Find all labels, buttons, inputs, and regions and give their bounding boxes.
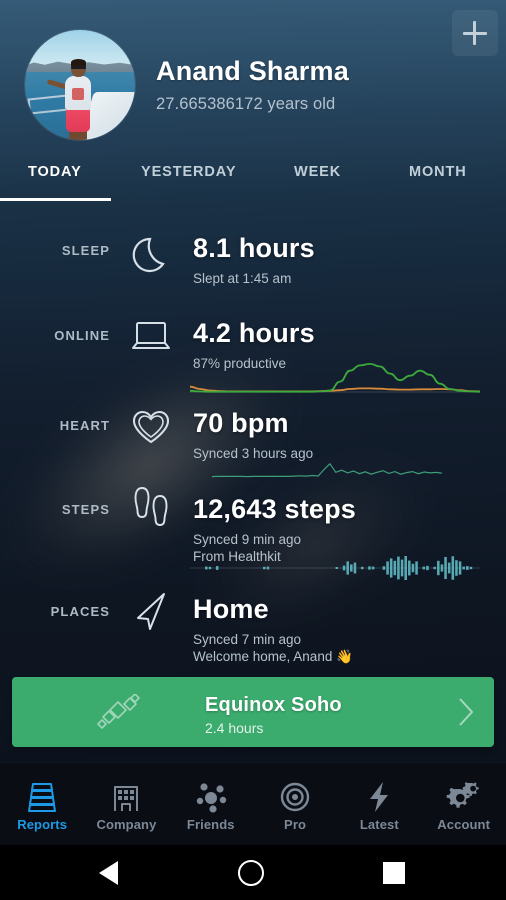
- avatar-shirt-graphic: [72, 88, 84, 100]
- metric-label-sleep: SLEEP: [61, 243, 110, 258]
- promo-card-title: Equinox Soho: [205, 694, 342, 716]
- app-screen: Anand Sharma 27.665386172 years old TODA…: [0, 0, 506, 900]
- metric-value-sleep: 8.1 hours: [193, 233, 315, 263]
- nav-item-company[interactable]: Company: [84, 763, 168, 846]
- avatar-shorts: [66, 108, 90, 132]
- metric-value-steps: 12,643 steps: [193, 494, 357, 524]
- plus-icon-vertical: [473, 21, 476, 45]
- back-triangle-icon[interactable]: [99, 861, 118, 885]
- avatar-hair: [71, 59, 86, 66]
- nav-item-account[interactable]: Account: [422, 763, 506, 846]
- footprints-icon: [128, 480, 180, 539]
- metric-value-heart: 70 bpm: [193, 408, 289, 438]
- metric-label-heart: HEART: [59, 418, 110, 433]
- nav-label-account: Account: [437, 816, 490, 832]
- bottom-navigation: Reports Company Friends Pro Latest Accou…: [0, 762, 506, 845]
- tab-bar: TODAY YESTERDAY WEEK MONTH: [0, 152, 506, 202]
- nav-label-pro: Pro: [284, 816, 307, 832]
- tab-yesterday[interactable]: YESTERDAY: [141, 164, 236, 180]
- promo-card-subtitle: 2.4 hours: [205, 720, 264, 736]
- profile-header: Anand Sharma 27.665386172 years old: [0, 0, 506, 152]
- bolt-icon: [359, 778, 399, 816]
- metric-label-places: PLACES: [50, 604, 110, 619]
- android-system-bar: [0, 845, 506, 900]
- nav-label-company: Company: [96, 816, 157, 832]
- metric-label-steps: STEPS: [61, 502, 110, 517]
- nav-label-reports: Reports: [17, 816, 68, 832]
- moon-icon: [128, 231, 174, 284]
- nav-label-friends: Friends: [186, 816, 235, 832]
- layers-icon: [22, 778, 62, 816]
- metric-sub-places-2: Welcome home, Anand 👋: [193, 649, 353, 664]
- dumbbell-icon: [90, 693, 148, 737]
- steps-barchart: [190, 554, 480, 587]
- navigation-arrow-icon: [128, 588, 176, 641]
- nav-label-latest: Latest: [359, 816, 399, 832]
- metric-sub-places-1: Synced 7 min ago: [193, 632, 302, 647]
- avatar-sunglasses: [71, 66, 86, 69]
- add-button[interactable]: [452, 10, 498, 56]
- metric-sub-sleep: Slept at 1:45 am: [193, 271, 292, 286]
- nav-item-pro[interactable]: Pro: [253, 763, 337, 846]
- target-icon: [275, 778, 315, 816]
- heart-icon: [128, 406, 174, 455]
- profile-age-label: 27.665386172 years old: [156, 95, 336, 113]
- network-icon: [191, 778, 231, 816]
- tab-today[interactable]: TODAY: [28, 164, 82, 180]
- metric-value-places: Home: [193, 594, 269, 624]
- gears-icon: [443, 778, 485, 816]
- laptop-icon: [128, 318, 174, 365]
- metric-label-online: ONLINE: [54, 328, 110, 343]
- avatar[interactable]: [25, 30, 135, 140]
- active-tab-indicator: [0, 198, 111, 201]
- promo-card-equinox[interactable]: Equinox Soho 2.4 hours: [12, 677, 494, 747]
- chevron-right-icon[interactable]: [456, 696, 476, 733]
- tab-month[interactable]: MONTH: [409, 164, 467, 180]
- page-title: Anand Sharma: [156, 56, 349, 86]
- nav-item-latest[interactable]: Latest: [337, 763, 421, 846]
- recents-square-icon[interactable]: [383, 862, 405, 884]
- heart-sparkline: [190, 456, 480, 487]
- nav-item-reports[interactable]: Reports: [0, 763, 84, 846]
- metric-value-online: 4.2 hours: [193, 318, 315, 348]
- home-circle-icon[interactable]: [238, 860, 264, 886]
- metric-sub-steps-1: Synced 9 min ago: [193, 532, 302, 547]
- nav-item-friends[interactable]: Friends: [169, 763, 253, 846]
- building-icon: [106, 778, 146, 816]
- online-sparkline: [189, 362, 481, 399]
- tab-week[interactable]: WEEK: [294, 164, 341, 180]
